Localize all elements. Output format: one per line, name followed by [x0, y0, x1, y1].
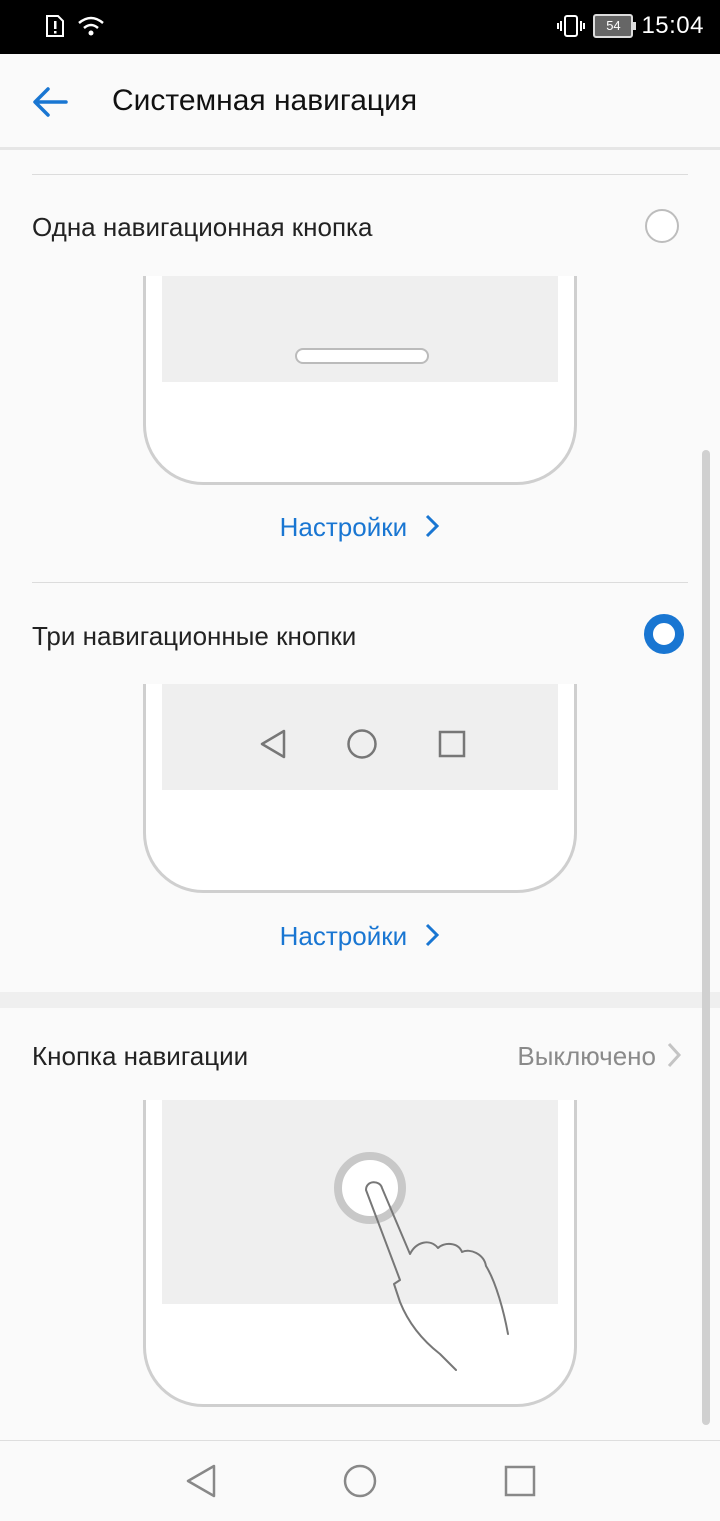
app-bar: Системная навигация — [0, 54, 720, 148]
home-circle-icon — [347, 729, 377, 759]
gesture-bar-icon — [295, 348, 429, 364]
section-separator — [0, 992, 720, 1008]
wifi-icon — [78, 16, 104, 36]
nav-button-illustration — [143, 1100, 577, 1407]
illustration-screen — [162, 684, 558, 790]
radio-one-button[interactable] — [645, 209, 679, 243]
chevron-right-icon[interactable] — [666, 1041, 682, 1069]
radio-three-buttons[interactable] — [644, 614, 684, 654]
hand-pointer-icon — [365, 1181, 509, 1371]
arrow-left-icon[interactable] — [28, 80, 72, 124]
recents-square-icon — [438, 730, 466, 758]
divider — [32, 582, 688, 583]
settings-link-one-button[interactable]: Настройки — [0, 512, 720, 546]
header-divider — [0, 147, 720, 150]
settings-link-three-buttons[interactable]: Настройки — [0, 921, 720, 955]
clock: 15:04 — [641, 12, 704, 39]
status-bar: 54 15:04 — [0, 0, 720, 54]
nav-button-value[interactable]: Выключено — [517, 1041, 656, 1072]
three-buttons-illustration — [143, 684, 577, 893]
recents-icon[interactable] — [500, 1461, 540, 1501]
back-triangle-icon — [260, 729, 286, 759]
divider — [32, 174, 688, 175]
one-button-illustration — [143, 276, 577, 485]
page-title: Системная навигация — [112, 84, 418, 117]
nav-button-label[interactable]: Кнопка навигации — [32, 1041, 248, 1072]
vibrate-icon — [557, 15, 586, 37]
back-icon[interactable] — [182, 1461, 222, 1501]
option-three-buttons-label[interactable]: Три навигационные кнопки — [32, 621, 356, 652]
battery-icon: 54 — [593, 14, 637, 38]
scrollbar[interactable] — [702, 450, 710, 1425]
sim-alert-icon — [46, 15, 64, 37]
chevron-right-icon — [424, 922, 440, 955]
system-nav-bar — [0, 1440, 720, 1521]
illustration-screen — [162, 276, 558, 382]
chevron-right-icon — [424, 513, 440, 546]
home-icon[interactable] — [340, 1461, 380, 1501]
option-one-button-label[interactable]: Одна навигационная кнопка — [32, 212, 372, 243]
